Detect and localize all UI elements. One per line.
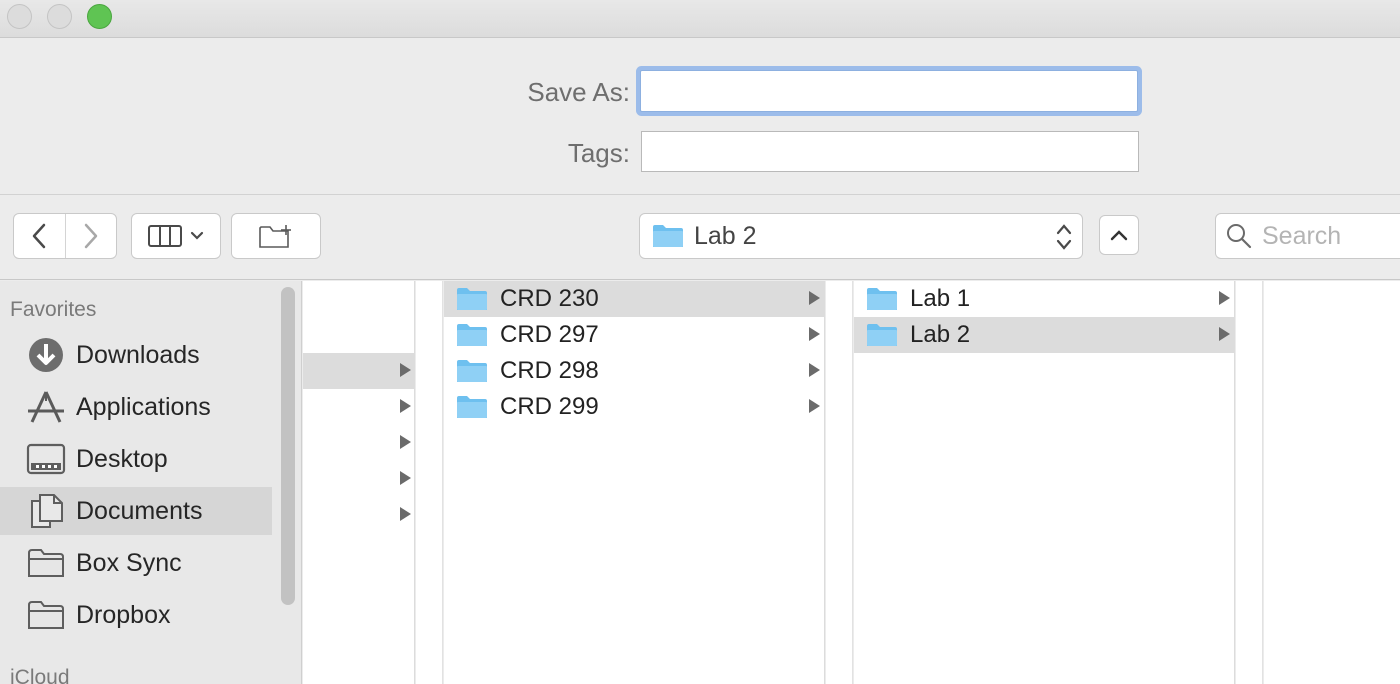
folder-row-lab-2[interactable]: Lab 2	[854, 317, 1234, 353]
expand-collapse-button[interactable]	[1099, 215, 1139, 255]
search-placeholder: Search	[1262, 221, 1342, 250]
view-options-button[interactable]	[131, 213, 221, 259]
up-down-arrows-icon	[1056, 224, 1072, 250]
column-resize-handle[interactable]	[826, 281, 853, 684]
folder-row-crd-299[interactable]: CRD 299	[444, 389, 824, 425]
folder-row-crd-297[interactable]: CRD 297	[444, 317, 824, 353]
disclosure-arrow-icon	[1219, 327, 1230, 341]
folder-icon	[26, 597, 66, 633]
browser-column-4	[1264, 281, 1400, 684]
browser-column-3: Lab 1 Lab 2	[854, 281, 1235, 684]
save-options-area: Save As: Tags:	[0, 38, 1400, 195]
close-window-button[interactable]	[7, 4, 32, 29]
folder-icon	[26, 545, 66, 581]
folder-icon	[867, 288, 897, 310]
search-icon	[1227, 224, 1252, 249]
new-folder-icon	[259, 225, 291, 248]
folder-icon	[653, 225, 683, 247]
search-field[interactable]: Search	[1215, 213, 1400, 259]
sidebar: Favorites Downloads Applications Desktop…	[0, 281, 302, 684]
tags-input[interactable]	[641, 131, 1139, 172]
folder-icon	[457, 360, 487, 382]
disclosure-arrow-icon	[809, 291, 820, 305]
folder-icon	[867, 324, 897, 346]
sidebar-item-label: Downloads	[76, 340, 200, 369]
disclosure-arrow-icon	[400, 471, 411, 485]
disclosure-arrow-icon	[400, 435, 411, 449]
chevron-left-icon	[33, 223, 46, 249]
folder-icon	[457, 396, 487, 418]
folder-row-crd-298[interactable]: CRD 298	[444, 353, 824, 389]
list-item[interactable]	[303, 353, 415, 389]
minimize-window-button[interactable]	[47, 4, 72, 29]
sidebar-item-box-sync[interactable]: Box Sync	[0, 539, 272, 587]
disclosure-arrow-icon	[809, 399, 820, 413]
location-popup[interactable]: Lab 2	[639, 213, 1083, 259]
sidebar-item-label: Dropbox	[76, 600, 171, 629]
chevron-right-icon	[84, 223, 97, 249]
sidebar-item-desktop[interactable]: Desktop	[0, 435, 272, 483]
sidebar-item-dropbox[interactable]: Dropbox	[0, 591, 272, 639]
save-dialog: Save As: Tags: Lab 2 Search Favorites Do…	[0, 0, 1400, 684]
tags-label: Tags:	[567, 138, 630, 168]
save-as-input[interactable]	[640, 70, 1138, 112]
disclosure-arrow-icon	[400, 399, 411, 413]
list-item[interactable]	[303, 497, 415, 533]
browser-column-1	[303, 281, 415, 684]
sidebar-item-label: Documents	[76, 496, 203, 525]
chevron-down-icon	[190, 231, 204, 240]
folder-name: Lab 2	[910, 321, 971, 348]
sidebar-item-applications[interactable]: Applications	[0, 383, 272, 431]
applications-icon	[26, 389, 66, 425]
disclosure-arrow-icon	[400, 507, 411, 521]
save-as-label: Save As:	[527, 77, 630, 107]
disclosure-arrow-icon	[809, 327, 820, 341]
sidebar-scrollbar[interactable]	[281, 287, 295, 605]
sidebar-item-label: Applications	[76, 392, 211, 421]
disclosure-arrow-icon	[400, 363, 411, 377]
sidebar-item-label: Desktop	[76, 444, 168, 473]
folder-name: CRD 298	[500, 357, 599, 384]
browser-column-2: CRD 230 CRD 297 CRD 298 CRD 299	[444, 281, 825, 684]
sidebar-item-downloads[interactable]: Downloads	[0, 331, 272, 379]
favorites-heading: Favorites	[10, 298, 97, 321]
sidebar-item-documents[interactable]: Documents	[0, 487, 272, 535]
forward-button[interactable]	[65, 214, 116, 258]
column-resize-handle[interactable]	[416, 281, 443, 684]
chevron-up-icon	[1110, 230, 1128, 241]
zoom-window-button[interactable]	[87, 4, 112, 29]
disclosure-arrow-icon	[809, 363, 820, 377]
location-label: Lab 2	[694, 221, 757, 250]
column-resize-handle[interactable]	[1236, 281, 1263, 684]
disclosure-arrow-icon	[1219, 291, 1230, 305]
icloud-heading: iCloud	[10, 666, 70, 684]
list-item[interactable]	[303, 461, 415, 497]
folder-name: CRD 299	[500, 393, 599, 420]
column-view-icon	[148, 225, 182, 247]
desktop-icon	[26, 441, 66, 477]
folder-row-crd-230[interactable]: CRD 230	[444, 281, 824, 317]
folder-name: CRD 230	[500, 285, 599, 312]
folder-name: Lab 1	[910, 285, 971, 312]
new-folder-button[interactable]	[231, 213, 321, 259]
navigation-buttons	[13, 213, 117, 259]
folder-row-lab-1[interactable]: Lab 1	[854, 281, 1234, 317]
list-item[interactable]	[303, 425, 415, 461]
title-bar	[0, 0, 1400, 38]
sidebar-item-label: Box Sync	[76, 548, 182, 577]
folder-icon	[457, 288, 487, 310]
list-item[interactable]	[303, 389, 415, 425]
back-button[interactable]	[14, 214, 65, 258]
browser-toolbar: Lab 2 Search	[0, 196, 1400, 280]
download-icon	[26, 337, 66, 373]
folder-icon	[457, 324, 487, 346]
folder-name: CRD 297	[500, 321, 599, 348]
documents-icon	[26, 493, 66, 529]
